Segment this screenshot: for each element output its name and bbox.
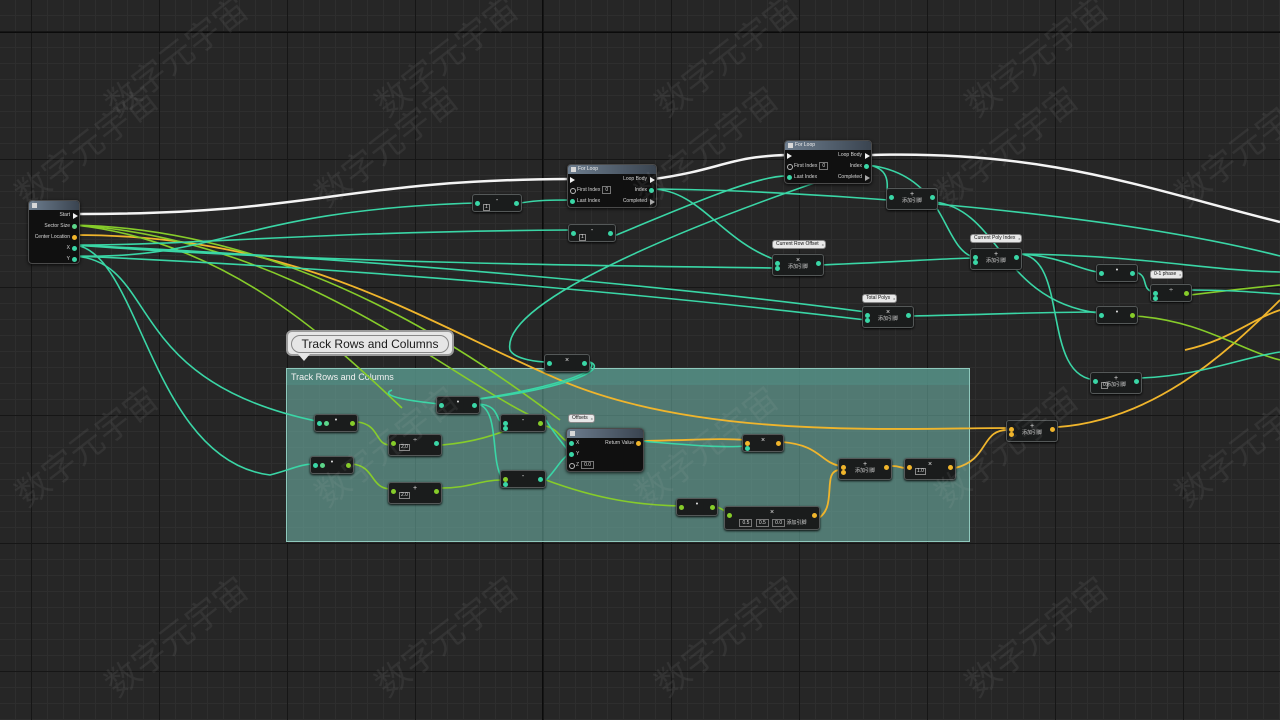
float-wire — [911, 311, 1099, 317]
wire-layer — [73, 153, 1280, 521]
divide-node[interactable]: ÷ 2.0 — [388, 434, 442, 456]
subtract-node[interactable]: - — [500, 470, 546, 488]
index-out-pin[interactable] — [864, 164, 869, 169]
multiply-node[interactable]: × — [544, 354, 590, 372]
for-loop-node-2[interactable]: For Loop Loop Body First Index 0 Index Las… — [784, 140, 872, 184]
exec-out-pin[interactable] — [650, 177, 655, 183]
z-in-pin[interactable] — [569, 463, 575, 469]
float-wire — [73, 255, 317, 422]
first-index-pin[interactable] — [570, 188, 576, 194]
literal-value[interactable]: 1 — [483, 204, 490, 211]
subtract-node[interactable]: - 1 — [472, 194, 522, 212]
modulo-node[interactable]: • — [314, 414, 358, 432]
exec-out-pin[interactable] — [650, 199, 655, 205]
float-wire — [73, 255, 867, 321]
exec-out-pin[interactable] — [865, 153, 870, 159]
literal-value[interactable]: 2.0 — [399, 444, 410, 451]
vector-add-node[interactable]: + 添加引脚 — [838, 458, 892, 480]
to-float-node[interactable]: • — [1096, 306, 1138, 324]
graph-axis-vertical — [542, 0, 543, 720]
add-node[interactable]: + 添加引脚 — [886, 188, 938, 210]
int-wire — [1134, 315, 1280, 361]
for-loop-title: For Loop — [785, 141, 871, 150]
vector-multiply-node[interactable]: × 1.0 — [904, 458, 956, 480]
last-index-pin[interactable] — [570, 199, 575, 204]
pin-x: X — [29, 243, 79, 254]
add-node[interactable]: 0 + 添加引脚 — [1090, 372, 1142, 394]
float-wire — [867, 164, 977, 259]
pin-sector-size: Sector Size — [29, 221, 79, 232]
float-wire — [73, 244, 315, 476]
float-wire — [651, 188, 777, 261]
float-wire — [73, 244, 777, 269]
make-vector-literal-node[interactable]: × 0.5 0.5 0.0 添加引脚 — [724, 506, 820, 530]
float-wire — [1019, 253, 1099, 273]
multiply-node[interactable]: × 添加引脚 — [862, 306, 914, 328]
variable-phase[interactable]: 0-1 phase — [1150, 270, 1184, 279]
exec-out-pin[interactable] — [865, 175, 870, 181]
multiply-node[interactable]: × — [742, 434, 784, 452]
to-float-node[interactable]: • — [1096, 264, 1138, 282]
float-wire — [1139, 351, 1280, 379]
y-in-pin[interactable] — [569, 452, 574, 457]
pin-center-location: Center Location — [29, 232, 79, 243]
vector-out-pin[interactable] — [636, 441, 641, 446]
exec-wire — [653, 153, 789, 181]
exec-out-pin[interactable] — [73, 213, 78, 219]
literal-value[interactable]: 1 — [579, 234, 586, 241]
vector-wire — [1057, 299, 1280, 428]
float-wire — [73, 244, 867, 313]
subtract-node[interactable]: - 1 — [568, 224, 616, 242]
multiply-node[interactable]: • — [436, 396, 480, 414]
float-wire — [1019, 253, 1280, 273]
add-node[interactable]: + 添加引脚 — [970, 248, 1022, 270]
comment-bubble-text: Track Rows and Columns — [291, 335, 449, 353]
exec-in-pin[interactable] — [787, 153, 792, 159]
int-wire — [1189, 284, 1280, 296]
float-out-pin[interactable] — [72, 257, 77, 262]
float-wire — [1189, 289, 1280, 295]
add-node[interactable]: + 2.0 — [388, 482, 442, 504]
function-entry-node[interactable]: Start Sector Size Center Location X Y — [28, 200, 80, 264]
float-wire — [1019, 253, 1099, 381]
comment-bubble[interactable]: Track Rows and Columns — [286, 330, 454, 361]
x-in-pin[interactable] — [569, 441, 574, 446]
variable-offsets[interactable]: Offsets — [568, 414, 595, 423]
float-out-pin[interactable] — [72, 246, 77, 251]
vector-add-node[interactable]: + 添加引脚 — [1006, 420, 1058, 442]
pin-y: Y — [29, 254, 79, 265]
make-vector-node[interactable]: X Return Value Y Z 0.0 — [566, 428, 644, 472]
int-out-pin[interactable] — [72, 224, 77, 229]
multiply-node[interactable]: × 添加引脚 — [772, 254, 824, 276]
variable-total-polys[interactable]: Total Polys — [862, 294, 898, 303]
variable-current-poly-index[interactable]: Current Poly Index — [970, 234, 1023, 243]
vector-out-pin[interactable] — [72, 235, 77, 240]
index-out-pin[interactable] — [649, 188, 654, 193]
comment-box-title[interactable]: Track Rows and Columns — [287, 369, 969, 385]
for-loop-title: For Loop — [568, 165, 656, 174]
subtract-node[interactable]: - — [500, 414, 546, 432]
pin-start: Start — [29, 210, 79, 221]
exec-in-pin[interactable] — [570, 177, 575, 183]
function-entry-header — [29, 201, 79, 210]
float-wire — [73, 202, 477, 258]
last-index-pin[interactable] — [787, 175, 792, 180]
vector-wire — [1184, 309, 1280, 351]
float-wire — [819, 257, 977, 266]
float-wire — [651, 188, 1280, 257]
make-vector-title — [567, 429, 643, 438]
variable-current-row-offset[interactable]: Current Row Offset — [772, 240, 826, 249]
for-loop-node[interactable]: For Loop Loop Body First Index 0 Index Las… — [567, 164, 657, 208]
to-float-node[interactable]: • — [676, 498, 718, 516]
first-index-pin[interactable] — [787, 164, 793, 170]
literal-value[interactable]: 2.0 — [399, 492, 410, 499]
literal-value[interactable]: 1.0 — [915, 468, 926, 475]
float-wire — [73, 229, 571, 246]
graph-axis-horizontal — [0, 32, 1280, 33]
float-wire — [519, 199, 573, 204]
divide-node[interactable]: ÷ — [1150, 284, 1192, 302]
modulo-node[interactable]: • — [310, 456, 354, 474]
